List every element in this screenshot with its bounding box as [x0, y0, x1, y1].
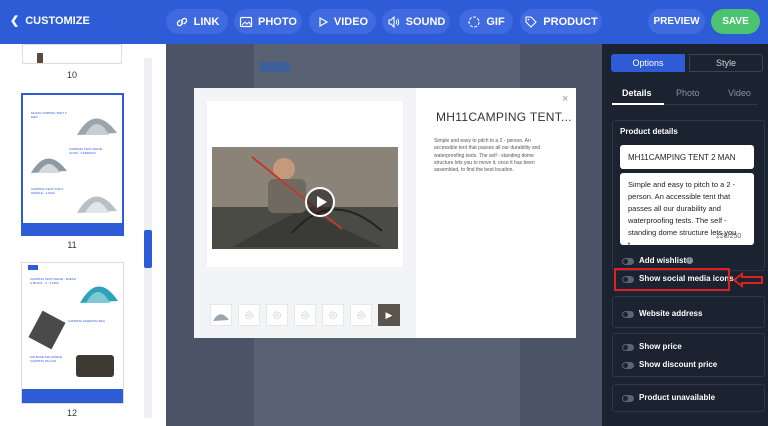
char-counter: 228/250	[716, 233, 742, 240]
tag-icon	[525, 15, 538, 28]
media-thumbnail-empty[interactable]: ◎	[294, 304, 316, 326]
product-name-input[interactable]: MH11CAMPING TENT 2 MAN	[620, 145, 754, 169]
tent-image	[31, 158, 67, 173]
video-card	[207, 101, 403, 267]
product-title: MH11CAMPING TENT...	[436, 110, 572, 124]
show-price-label: Show price	[639, 342, 682, 351]
pages-scrollbar-thumb[interactable]	[144, 230, 152, 268]
show-discount-toggle[interactable]	[622, 362, 634, 369]
media-thumbnail-empty[interactable]: ◎	[266, 304, 288, 326]
play-icon[interactable]	[305, 187, 335, 217]
speaker-icon	[388, 15, 399, 28]
top-toolbar: ❮ CUSTOMIZE LINK PHOTO VIDEO SOUND GIF P…	[0, 0, 768, 44]
show-discount-label: Show discount price	[639, 360, 718, 369]
save-button[interactable]: SAVE	[711, 9, 760, 34]
page-thumbnail-11[interactable]: MH100 CAMPING TENT 2 MAN CAMPING TENT MH…	[21, 93, 124, 236]
thumb-text: CAMPING TENT FOR 4 PEOPLE - 4 MAN	[31, 187, 64, 195]
pillow-image	[76, 355, 114, 377]
media-thumbnail-empty[interactable]: ◎	[350, 304, 372, 326]
add-wishlist-label: Add wishlist	[639, 256, 687, 265]
thumb-footer-band	[23, 223, 122, 234]
page-number-12: 12	[66, 408, 77, 418]
video-tool-label: VIDEO	[333, 15, 369, 28]
product-description: Simple and easy to pitch to a 2 - person…	[434, 138, 541, 174]
chevron-left-icon: ❮	[10, 15, 20, 27]
camera-icon: ◎	[328, 309, 338, 321]
page-thumbnail-10[interactable]	[22, 44, 122, 64]
camera-icon: ◎	[356, 309, 366, 321]
play-icon	[319, 16, 329, 27]
link-tool-label: LINK	[193, 15, 220, 28]
product-tool-label: PRODUCT	[543, 15, 598, 28]
customize-back-button[interactable]: ❮ CUSTOMIZE	[10, 14, 90, 28]
thumb-text: CAMPING TENT MH100 - FRESH & BLACK - 3 -…	[30, 277, 76, 285]
add-wishlist-toggle[interactable]	[622, 258, 634, 265]
tent-image	[213, 314, 229, 321]
thumb-logo	[28, 265, 38, 270]
media-thumbnail-tent[interactable]	[210, 304, 232, 326]
product-unavailable-label: Product unavailable	[639, 393, 716, 402]
sound-tool-label: SOUND	[405, 15, 446, 28]
tent-image	[77, 118, 117, 135]
info-icon[interactable]: i	[686, 257, 693, 264]
tab-options[interactable]: Options	[611, 54, 685, 72]
link-icon	[176, 17, 187, 26]
tent-image	[80, 286, 118, 303]
sound-tool-button[interactable]: SOUND	[382, 9, 450, 34]
product-video[interactable]	[212, 147, 398, 249]
media-thumbnail-empty[interactable]: ◎	[322, 304, 344, 326]
subtab-video[interactable]: Video	[728, 88, 751, 98]
website-address-toggle[interactable]	[622, 311, 634, 318]
gif-icon	[468, 15, 480, 28]
camera-icon: ◎	[300, 309, 310, 321]
sleeping-bag-image	[28, 310, 66, 350]
gif-tool-label: GIF	[486, 15, 505, 28]
show-price-toggle[interactable]	[622, 344, 634, 351]
thumb-text: AIR BASE INFLATABLE CAMPING PILLOW	[30, 355, 63, 363]
play-icon: ▶	[385, 309, 393, 320]
photo-tool-button[interactable]: PHOTO	[234, 9, 302, 34]
subtab-photo[interactable]: Photo	[676, 88, 700, 98]
subtab-active-indicator	[612, 103, 664, 105]
thumb-text: MH100 CAMPING TENT 2 MAN	[31, 111, 67, 119]
thumb-image	[37, 53, 43, 63]
photo-tool-label: PHOTO	[258, 15, 297, 28]
media-thumbnail-empty[interactable]: ◎	[238, 304, 260, 326]
arrow-left-icon	[732, 272, 763, 288]
price-section	[612, 333, 765, 377]
tab-style[interactable]: Style	[689, 54, 763, 72]
thumb-text: CAMPING TENT MH100 - ULTIM - 3 PERSON	[69, 147, 104, 155]
thumb-footer-band	[22, 389, 123, 403]
media-thumbnail-video[interactable]: ▶	[378, 304, 400, 326]
page-thumbnail-12[interactable]: CAMPING TENT MH100 - FRESH & BLACK - 3 -…	[21, 262, 124, 404]
pages-sidebar: 10 MH100 CAMPING TENT 2 MAN CAMPING TENT…	[0, 44, 166, 426]
product-preview-modal: ◎ ◎ ◎ ◎ ◎ ▶ × MH11CAMPING TENT... Simple…	[194, 88, 576, 338]
product-unavailable-toggle[interactable]	[622, 395, 634, 402]
product-details-heading: Product details	[620, 127, 678, 136]
media-area: ◎ ◎ ◎ ◎ ◎ ▶	[194, 88, 416, 338]
product-tool-button[interactable]: PRODUCT	[520, 9, 602, 34]
website-address-label: Website address	[639, 309, 703, 318]
page-number-10: 10	[66, 70, 77, 80]
gif-tool-button[interactable]: GIF	[459, 9, 513, 34]
subtab-details[interactable]: Details	[622, 88, 652, 98]
thumb-text: CAMPING SLEEPING BAG	[68, 319, 106, 323]
close-icon[interactable]: ×	[562, 93, 568, 105]
camera-icon: ◎	[244, 309, 254, 321]
customize-label: CUSTOMIZE	[25, 14, 90, 27]
video-tool-button[interactable]: VIDEO	[309, 9, 376, 34]
link-tool-button[interactable]: LINK	[166, 9, 228, 34]
preview-button[interactable]: PREVIEW	[648, 9, 705, 34]
page-logo-dimmed	[260, 62, 290, 72]
highlight-box	[614, 268, 730, 291]
page-number-11: 11	[67, 240, 77, 250]
camera-icon: ◎	[272, 309, 282, 321]
tent-image	[77, 196, 117, 213]
photo-icon	[239, 16, 253, 27]
